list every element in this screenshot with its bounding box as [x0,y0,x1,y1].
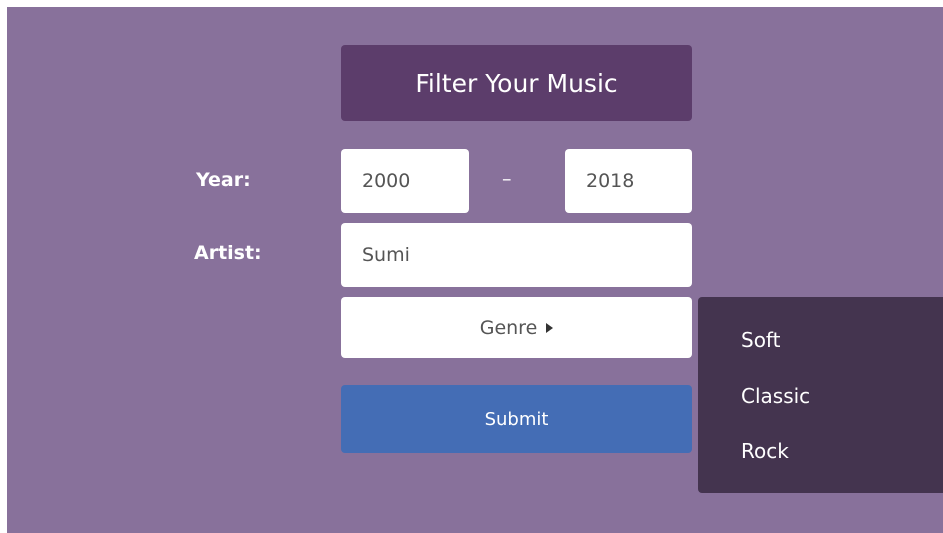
artist-input[interactable] [341,223,692,287]
genre-menu: Soft Classic Rock [698,297,943,493]
page-title: Filter Your Music [341,45,692,121]
genre-menu-item-rock[interactable]: Rock [741,439,789,463]
caret-right-icon [546,322,554,333]
page-title-text: Filter Your Music [415,68,618,98]
year-to-input[interactable] [565,149,692,213]
artist-label: Artist: [194,242,262,264]
genre-menu-item-classic[interactable]: Classic [741,384,810,408]
genre-dropdown-button[interactable]: Genre [341,297,692,358]
submit-button[interactable]: Submit [341,385,692,453]
year-separator: – [502,168,512,190]
year-from-input[interactable] [341,149,469,213]
genre-menu-item-soft[interactable]: Soft [741,328,780,352]
submit-button-label: Submit [484,408,549,430]
year-label: Year: [196,169,251,191]
genre-button-label: Genre [479,316,538,339]
